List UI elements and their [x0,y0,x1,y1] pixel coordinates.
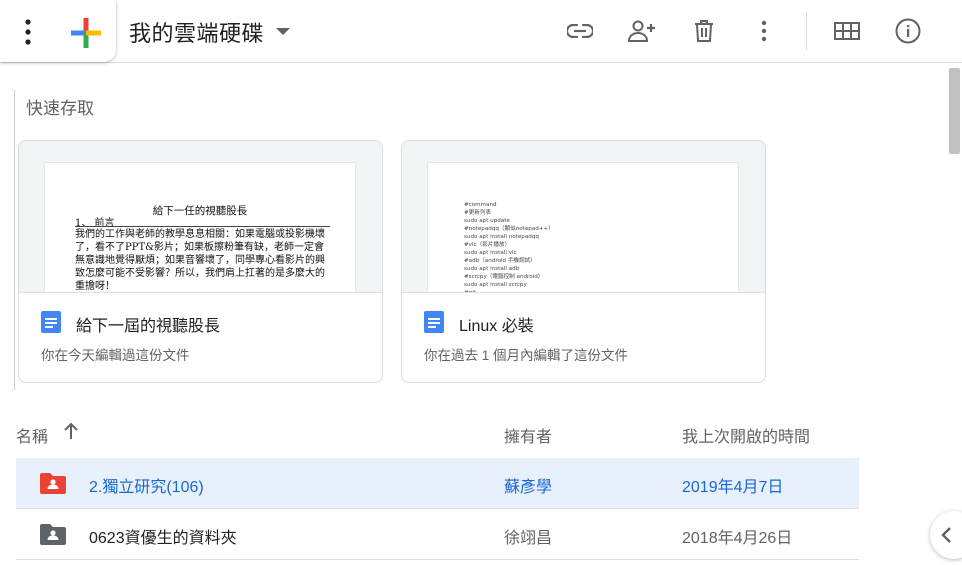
sort-up-arrow-icon[interactable] [62,421,80,441]
details-button[interactable] [891,14,925,48]
location-dropdown[interactable]: 我的雲端硬碟 [129,16,291,48]
quick-access-card-2[interactable]: #command #更新列表 sudo apt update #notepadq… [401,140,766,383]
add-person-icon [627,20,655,42]
link-icon [567,24,593,38]
toolbar-divider [806,12,807,50]
row-date: 2019年4月7日 [682,479,784,496]
scrollbar-thumb[interactable] [949,68,960,154]
card-file-name: 給下一屆的視聽股長 [76,318,221,335]
doc-preview-page: #command #更新列表 sudo apt update #notepadq… [428,163,738,293]
table-row[interactable]: 2.獨立研究(106) 蘇彥學 2019年4月7日 [16,458,859,509]
card-file-name: Linux 必裝 [459,318,534,335]
top-bar: 我的雲端硬碟 [0,0,962,63]
new-button[interactable] [70,17,102,49]
preview-body: 我們的工作與老師的教學息息相關：如果電腦或投影機壞了，看不了PPT&影片；如果板… [75,229,325,292]
row-date: 2018年4月26日 [682,530,793,547]
new-plus-icon [71,18,101,48]
side-panel-toggle[interactable] [930,511,962,559]
google-docs-icon [424,311,444,333]
share-button[interactable] [625,14,659,48]
row-file-name: 2.獨立研究(106) [89,479,204,496]
more-vert-icon [761,20,767,42]
grid-view-button[interactable] [830,14,864,48]
table-row[interactable]: 0623資優生的資料夾 徐翊昌 2018年4月26日 [16,509,859,560]
chevron-left-icon [941,527,951,543]
quick-access-card-1[interactable]: 給下一任的視聽股長 1、 前言 我們的工作與老師的教學息息相關：如果電腦或投影機… [18,140,383,383]
row-owner: 徐翊昌 [504,530,553,547]
more-vert-icon [25,19,31,45]
trash-icon [695,20,713,42]
column-header-owner: 擁有者 [504,429,553,446]
doc-preview-page: 給下一任的視聽股長 1、 前言 我們的工作與老師的教學息息相關：如果電腦或投影機… [45,163,355,292]
info-icon [895,18,921,44]
left-divider [14,90,15,390]
shared-folder-icon [40,473,66,494]
remove-button[interactable] [687,14,721,48]
card-thumbnail: #command #更新列表 sudo apt update #notepadq… [402,141,765,293]
row-owner: 蘇彥學 [504,479,553,496]
card-activity: 你在過去 1 個月內編輯了這份文件 [424,348,629,363]
grid-view-icon [834,22,860,40]
more-actions-button[interactable] [747,14,781,48]
column-header-last-opened[interactable]: 我上次開啟的時間 [682,423,810,447]
new-button-area [0,0,116,62]
main-menu-button[interactable] [14,12,42,52]
card-activity: 你在今天編輯過這份文件 [41,348,190,363]
quick-access-title: 快速存取 [26,99,94,118]
preview-code: #command #更新列表 sudo apt update #notepadq… [464,202,554,293]
preview-rule [75,226,330,227]
page-title: 我的雲端硬碟 [129,21,265,46]
column-header-name[interactable]: 名稱 [16,423,48,447]
caret-down-icon [276,25,291,39]
card-thumbnail: 給下一任的視聽股長 1、 前言 我們的工作與老師的教學息息相關：如果電腦或投影機… [19,141,382,293]
shared-folder-icon [40,524,66,545]
google-docs-icon [41,311,61,333]
row-file-name: 0623資優生的資料夾 [89,530,237,547]
get-link-button[interactable] [563,14,597,48]
